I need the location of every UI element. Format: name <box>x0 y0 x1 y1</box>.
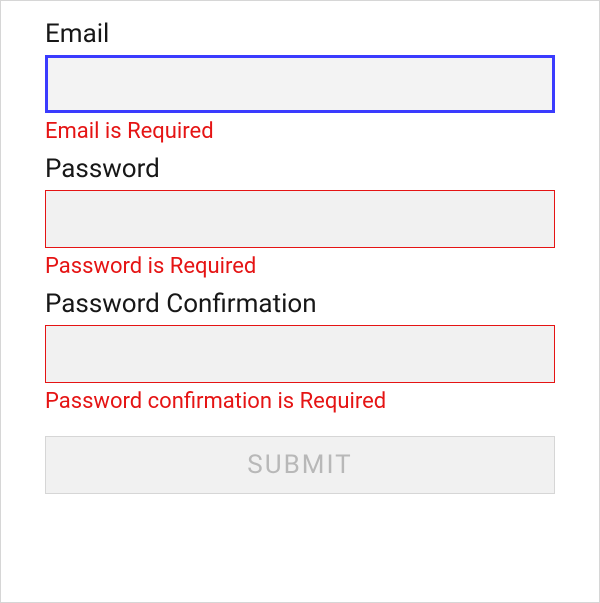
password-label: Password <box>45 154 555 184</box>
signup-form: Email Email is Required Password Passwor… <box>0 0 600 603</box>
email-field[interactable] <box>45 55 555 113</box>
submit-button[interactable]: SUBMIT <box>45 436 555 494</box>
password-field[interactable] <box>45 190 555 248</box>
email-error-text: Email is Required <box>45 119 555 144</box>
password-confirm-error-text: Password confirmation is Required <box>45 389 555 414</box>
password-confirm-label: Password Confirmation <box>45 289 555 319</box>
password-error-text: Password is Required <box>45 254 555 279</box>
password-confirm-field[interactable] <box>45 325 555 383</box>
email-label: Email <box>45 19 555 49</box>
